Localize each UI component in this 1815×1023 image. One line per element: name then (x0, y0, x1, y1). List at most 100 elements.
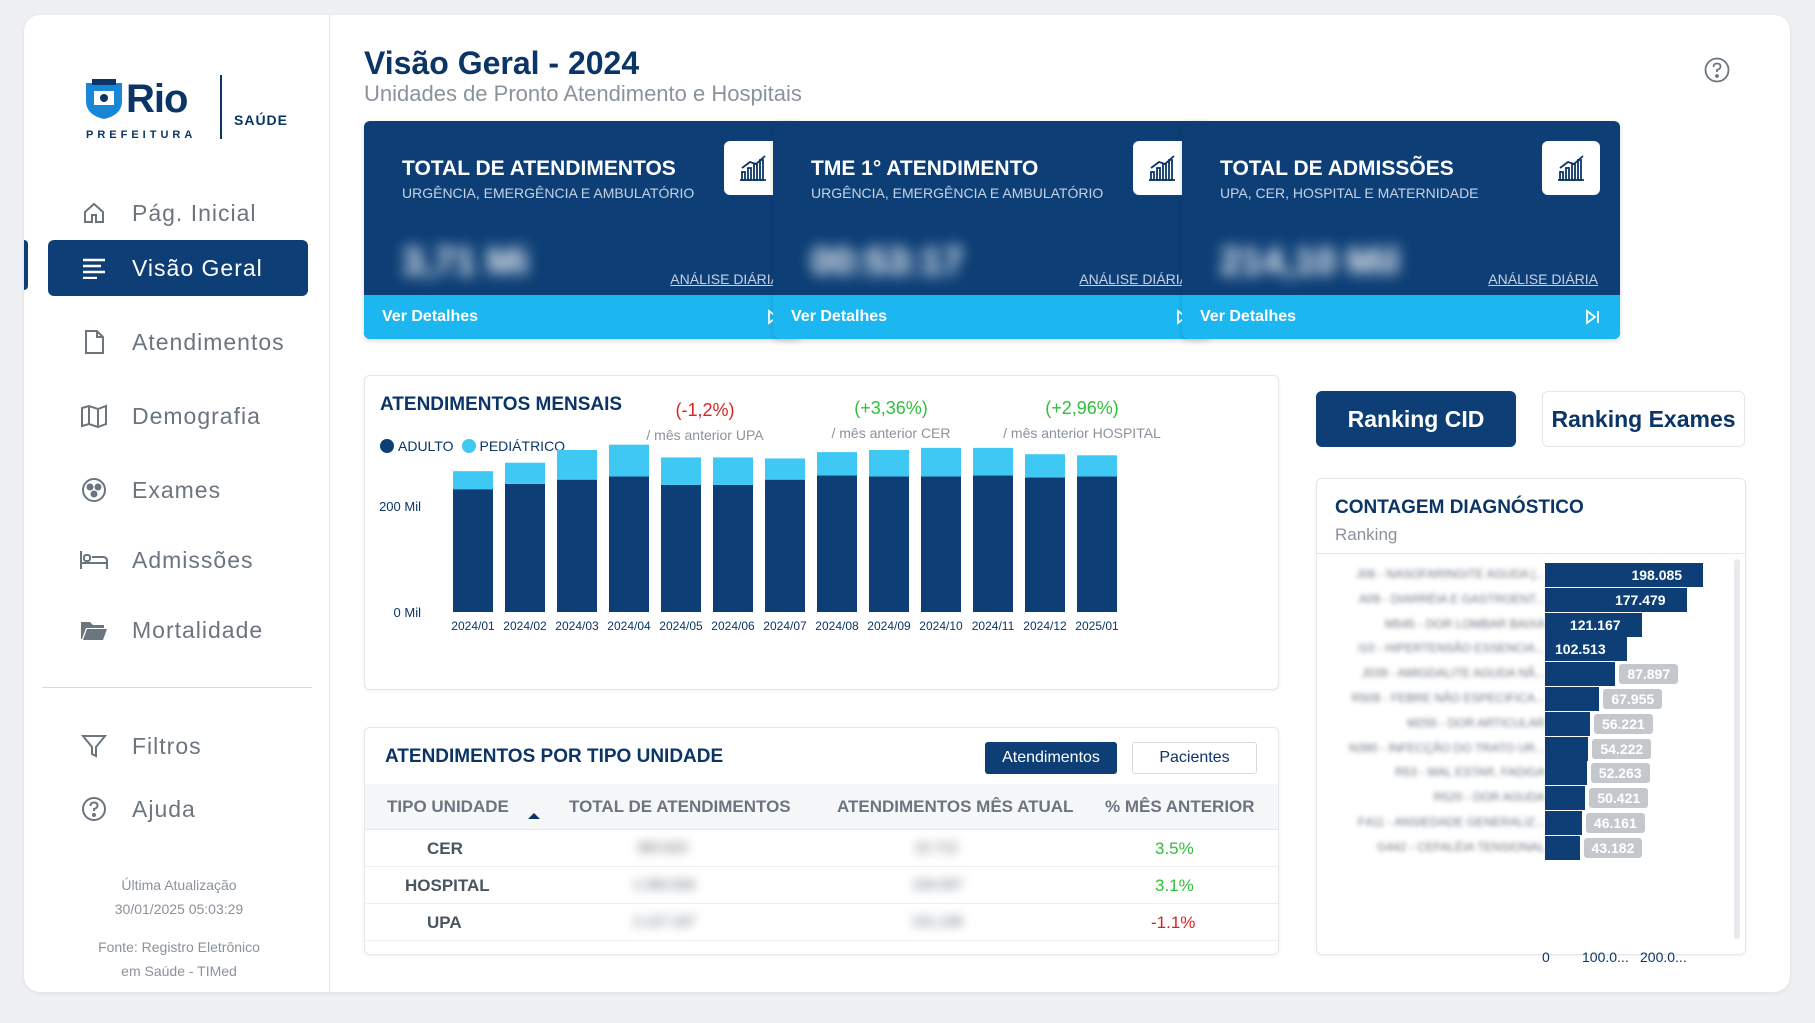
bar-adulto[interactable] (1025, 477, 1065, 612)
logo[interactable]: Rio PREFEITURA SAÚDE (82, 65, 302, 145)
sidebar-item-label: Demografia (132, 402, 261, 429)
bar-adulto[interactable] (973, 475, 1013, 612)
ranking-row[interactable]: J06 - NASOFARINGITE AGUDA [... 198.085 (1317, 563, 1737, 587)
sidebar-item-home[interactable]: Pág. Inicial (48, 185, 308, 241)
sidebar-item-atendimentos[interactable]: Atendimentos (48, 314, 308, 370)
ranking-bar[interactable] (1545, 662, 1616, 687)
dashboard-frame: Rio PREFEITURA SAÚDE Pág. Inicial Visão … (24, 15, 1790, 992)
data-source-line2: em Saúde - TIMed (121, 963, 237, 979)
ranking-label: R520 - DOR AGUDA (1433, 790, 1545, 805)
ranking-value: 43.182 (1583, 837, 1643, 858)
ranking-row[interactable]: A09 - DIARRÉIA E GASTROENT... 177.479 (1317, 587, 1737, 612)
bar-pediátrico[interactable] (1077, 455, 1117, 477)
ranking-row[interactable]: M545 - DOR LOMBAR BAIXA 121.167 (1317, 612, 1737, 637)
ranking-label: J039 - AMIGDALITE AGUDA NÃ... (1361, 666, 1545, 681)
see-details-button[interactable]: Ver Detalhes (773, 295, 1211, 339)
col-pct-mes-anterior[interactable]: % MÊS ANTERIOR (1105, 797, 1255, 817)
bar-adulto[interactable] (817, 475, 857, 612)
bar-pediátrico[interactable] (505, 462, 545, 484)
bar-adulto[interactable] (713, 484, 753, 612)
daily-analysis-link[interactable]: ANÁLISE DIÁRIA (1079, 271, 1189, 287)
bar-pediátrico[interactable] (765, 458, 805, 480)
bar-adulto[interactable] (1077, 476, 1117, 612)
bar-pediátrico[interactable] (1025, 454, 1065, 478)
help-icon[interactable] (1704, 57, 1730, 83)
daily-analysis-link[interactable]: ANÁLISE DIÁRIA (1488, 271, 1598, 287)
bar-adulto[interactable] (557, 479, 597, 612)
ranking-value: 67.955 (1603, 689, 1663, 709)
ranking-row[interactable]: M255 - DOR ARTICULAR 56.221 (1317, 711, 1737, 736)
sidebar-item-ajuda[interactable]: Ajuda (48, 781, 308, 837)
bar-pediátrico[interactable] (921, 447, 961, 477)
sidebar-item-mortalidade[interactable]: Mortalidade (48, 602, 308, 658)
toggle-pacientes[interactable]: Pacientes (1132, 742, 1257, 774)
chart-button[interactable] (1542, 141, 1600, 195)
kpi-title: TOTAL DE ATENDIMENTOS (402, 157, 676, 180)
ranking-label: A09 - DIARRÉIA E GASTROENT... (1358, 591, 1545, 606)
bar-adulto[interactable] (765, 479, 805, 612)
sidebar-item-visao-geral[interactable]: Visão Geral (48, 240, 308, 296)
see-details-label: Ver Detalhes (791, 308, 888, 325)
ranking-bar[interactable] (1545, 811, 1582, 835)
sidebar-item-demografia[interactable]: Demografia (48, 388, 308, 444)
sort-asc-icon[interactable] (527, 812, 541, 820)
bar-pediátrico[interactable] (453, 471, 493, 490)
ranking-row[interactable]: R53 - MAL ESTAR, FADIGA 52.263 (1317, 761, 1737, 786)
bar-adulto[interactable] (869, 476, 909, 612)
ranking-cid-button[interactable]: Ranking CID (1316, 391, 1516, 447)
see-details-button[interactable]: Ver Detalhes (1182, 295, 1620, 339)
sidebar-item-filtros[interactable]: Filtros (48, 718, 308, 774)
see-details-button[interactable]: Ver Detalhes (364, 295, 802, 339)
ranking-exames-button[interactable]: Ranking Exames (1542, 391, 1745, 447)
bar-pediátrico[interactable] (661, 457, 701, 485)
ranking-label: F411 - ANSIEDADE GENERALIZ... (1357, 815, 1545, 829)
bar-pediátrico[interactable] (869, 450, 909, 477)
bar-adulto[interactable] (609, 476, 649, 612)
ranking-panel: CONTAGEM DIAGNÓSTICO Ranking J06 - NASOF… (1316, 478, 1746, 965)
ranking-label: G442 - CEFALÉIA TENSIONAL (1377, 839, 1545, 854)
sidebar-item-admissoes[interactable]: Admissões (48, 532, 308, 588)
bar-chart-icon (740, 155, 766, 181)
active-nav-marker (24, 240, 28, 290)
monthly-bar-chart: 0 Mil 200 Mil 2024/01 2024/02 2024/03 2024/04… (379, 444, 1119, 633)
daily-analysis-link[interactable]: ANÁLISE DIÁRIA (670, 271, 780, 287)
col-total-atendimentos[interactable]: TOTAL DE ATENDIMENTOS (569, 797, 791, 817)
sidebar-item-exames[interactable]: Exames (48, 462, 308, 518)
ranking-row[interactable]: G442 - CEFALÉIA TENSIONAL 43.182 (1317, 835, 1737, 860)
ranking-row[interactable]: R520 - DOR AGUDA 50.421 (1317, 786, 1737, 811)
kpi-value: 214,10 Mil (1220, 241, 1400, 283)
ranking-row[interactable]: R509 - FEBRE NÃO ESPECIFICA... 67.955 (1317, 687, 1737, 711)
bar-pediátrico[interactable] (713, 457, 753, 485)
bar-adulto[interactable] (453, 489, 493, 612)
ranking-bar[interactable] (1545, 761, 1587, 786)
ranking-value: 121.167 (1569, 616, 1621, 633)
table-row[interactable]: CER 383.620 22.712 3.5% (365, 831, 1278, 867)
ranking-row[interactable]: J039 - AMIGDALITE AGUDA NÃ... 87.897 (1317, 662, 1737, 687)
col-atendimentos-mes[interactable]: ATENDIMENTOS MÊS ATUAL (837, 797, 1073, 817)
bar-pediátrico[interactable] (557, 450, 597, 480)
bar-pediátrico[interactable] (973, 447, 1013, 476)
ranking-row[interactable]: I10 - HIPERTENSÃO ESSENCIA... 102.513 (1317, 637, 1737, 662)
ranking-bar[interactable] (1545, 835, 1580, 860)
ranking-bar[interactable] (1545, 711, 1590, 736)
logo-divider (220, 75, 222, 139)
ranking-bar[interactable] (1545, 687, 1600, 711)
table-row[interactable]: HOSPITAL 1.283.934 104.097 3.1% (365, 868, 1278, 904)
table-row[interactable]: UPA 2.127.197 151.106 -1.1% (365, 905, 1278, 941)
ranking-row[interactable]: N390 - INFECÇÃO DO TRATO UR... 54.222 (1317, 736, 1737, 761)
cell-tipo: HOSPITAL (405, 876, 490, 895)
bar-pediátrico[interactable] (609, 444, 649, 477)
bar-adulto[interactable] (505, 483, 545, 612)
ranking-bar[interactable] (1545, 736, 1589, 761)
cell-mes: 22.712 (915, 839, 958, 855)
col-tipo-unidade[interactable]: TIPO UNIDADE (387, 797, 509, 817)
cell-pct: 3.1% (1155, 876, 1194, 895)
bar-adulto[interactable] (661, 484, 701, 612)
ranking-row[interactable]: F411 - ANSIEDADE GENERALIZ... 46.161 (1317, 811, 1737, 835)
toggle-atendimentos[interactable]: Atendimentos (985, 742, 1117, 774)
ranking-title: CONTAGEM DIAGNÓSTICO (1335, 497, 1584, 518)
ranking-bar[interactable] (1545, 786, 1586, 811)
ranking-subtitle: Ranking (1335, 525, 1398, 544)
bar-pediátrico[interactable] (817, 452, 857, 476)
bar-adulto[interactable] (921, 476, 961, 612)
